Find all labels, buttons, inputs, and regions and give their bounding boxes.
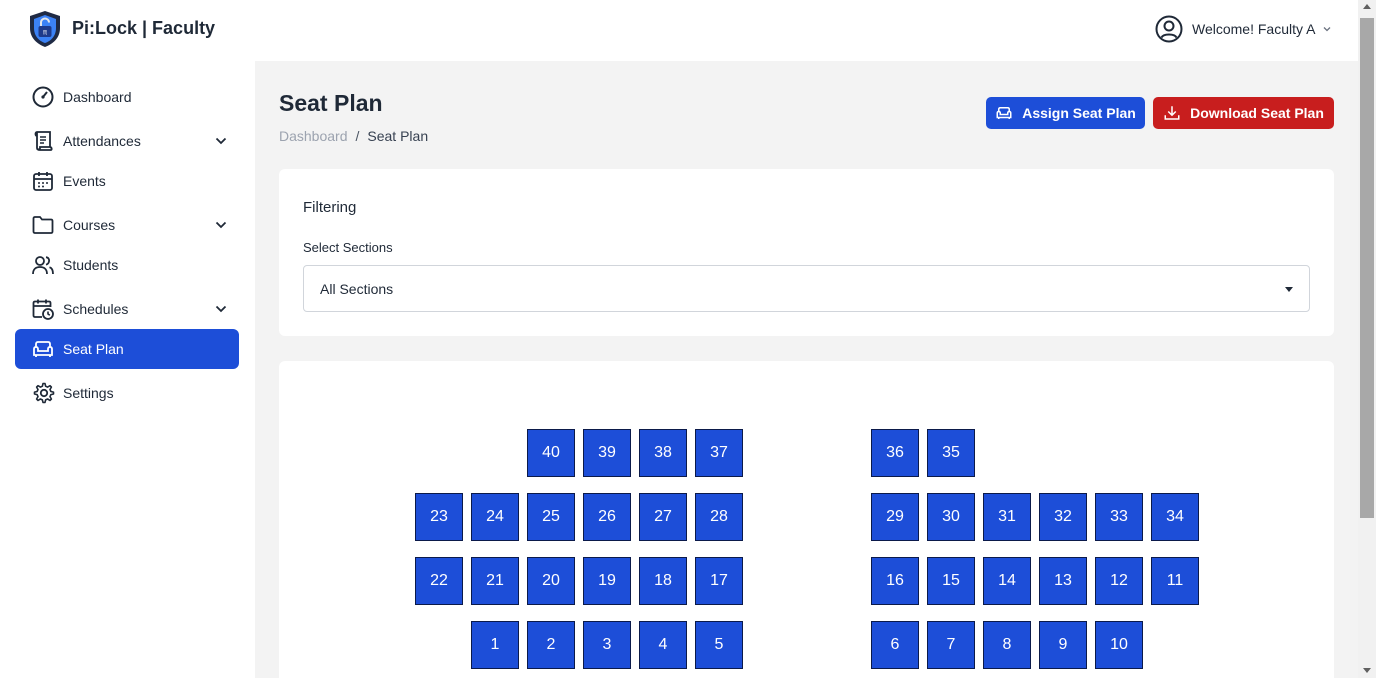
breadcrumb-dashboard-link[interactable]: Dashboard [279,128,348,144]
sidebar-item-label: Schedules [63,301,129,317]
seat-2[interactable]: 2 [527,621,575,669]
filter-title: Filtering [303,199,357,216]
sidebar-item-students[interactable]: Students [15,245,239,285]
sidebar-item-schedules[interactable]: Schedules [15,289,239,329]
scroll-down-arrow-icon[interactable] [1363,668,1371,673]
filter-card: Filtering Select Sections All Sections [279,169,1334,336]
sidebar: Dashboard Attendances Events Courses Stu… [0,61,255,678]
seat-29[interactable]: 29 [871,493,919,541]
seat-plan-card: 40 39 38 37 23 24 25 26 27 28 22 21 20 19 18 17 1 2 3 4 5 36 3… [279,361,1334,678]
seat-26[interactable]: 26 [583,493,631,541]
sofa-icon [996,107,1012,119]
breadcrumb: Dashboard / Seat Plan [279,128,428,144]
seat-15[interactable]: 15 [927,557,975,605]
sofa-icon [31,337,55,361]
calendar-icon [31,169,55,193]
page-title: Seat Plan [279,90,383,116]
seat-33[interactable]: 33 [1095,493,1143,541]
download-seat-plan-button[interactable]: Download Seat Plan [1153,97,1334,129]
welcome-text: Welcome! Faculty A [1192,21,1316,37]
seat-11[interactable]: 11 [1151,557,1199,605]
sidebar-item-dashboard[interactable]: Dashboard [15,77,239,117]
seat-22[interactable]: 22 [415,557,463,605]
main-content: Seat Plan Dashboard / Seat Plan Assign S… [255,61,1358,678]
shield-lock-icon[interactable]: π [26,9,64,49]
seat-31[interactable]: 31 [983,493,1031,541]
seat-20[interactable]: 20 [527,557,575,605]
seat-10[interactable]: 10 [1095,621,1143,669]
sidebar-item-settings[interactable]: Settings [15,373,239,413]
sidebar-item-label: Attendances [63,133,141,149]
sidebar-item-label: Events [63,173,106,189]
seat-21[interactable]: 21 [471,557,519,605]
section-select-value: All Sections [320,280,394,297]
seat-13[interactable]: 13 [1039,557,1087,605]
seat-38[interactable]: 38 [639,429,687,477]
download-seat-plan-label: Download Seat Plan [1190,105,1324,121]
sidebar-item-label: Seat Plan [63,341,124,357]
sidebar-item-label: Settings [63,385,114,401]
seat-1[interactable]: 1 [471,621,519,669]
seat-27[interactable]: 27 [639,493,687,541]
assign-seat-plan-label: Assign Seat Plan [1022,105,1136,121]
seat-6[interactable]: 6 [871,621,919,669]
seat-18[interactable]: 18 [639,557,687,605]
scrollbar-thumb[interactable] [1360,18,1374,518]
seat-19[interactable]: 19 [583,557,631,605]
section-select[interactable]: All Sections [303,265,1310,312]
sidebar-item-courses[interactable]: Courses [15,205,239,245]
vertical-scrollbar[interactable] [1358,0,1376,678]
sidebar-item-attendances[interactable]: Attendances [15,121,239,161]
seat-24[interactable]: 24 [471,493,519,541]
seat-5[interactable]: 5 [695,621,743,669]
scroll-icon [31,129,55,153]
folder-icon [31,213,55,237]
calendar-clock-icon [31,297,55,321]
section-select-label: Select Sections [303,240,393,255]
seat-8[interactable]: 8 [983,621,1031,669]
seat-40[interactable]: 40 [527,429,575,477]
download-icon [1164,106,1180,120]
sidebar-item-events[interactable]: Events [15,161,239,201]
brand-title: Pi:Lock | Faculty [72,18,216,38]
seat-7[interactable]: 7 [927,621,975,669]
seat-37[interactable]: 37 [695,429,743,477]
seat-14[interactable]: 14 [983,557,1031,605]
sidebar-item-seat-plan[interactable]: Seat Plan [15,329,239,369]
sidebar-item-label: Courses [63,217,116,233]
gear-icon [31,381,55,405]
breadcrumb-separator: / [355,128,360,144]
dashboard-gauge-icon [31,85,55,109]
user-circle-icon [1155,15,1183,43]
seat-4[interactable]: 4 [639,621,687,669]
seat-16[interactable]: 16 [871,557,919,605]
user-menu[interactable]: Welcome! Faculty A [1155,15,1332,43]
seat-25[interactable]: 25 [527,493,575,541]
seat-12[interactable]: 12 [1095,557,1143,605]
sidebar-item-label: Dashboard [63,89,132,105]
assign-seat-plan-button[interactable]: Assign Seat Plan [986,97,1145,129]
chevron-down-icon [1323,27,1331,32]
breadcrumb-current: Seat Plan [367,128,429,144]
seat-9[interactable]: 9 [1039,621,1087,669]
seat-30[interactable]: 30 [927,493,975,541]
sidebar-item-label: Students [63,257,119,273]
seat-17[interactable]: 17 [695,557,743,605]
seat-35[interactable]: 35 [927,429,975,477]
chevron-down-icon [215,305,227,313]
top-header: π Pi:Lock | Faculty Welcome! Faculty A [0,0,1358,61]
seat-28[interactable]: 28 [695,493,743,541]
caret-down-icon [1285,287,1293,292]
chevron-down-icon [215,137,227,145]
scroll-up-arrow-icon[interactable] [1363,4,1371,9]
seat-39[interactable]: 39 [583,429,631,477]
seat-36[interactable]: 36 [871,429,919,477]
chevron-down-icon [215,221,227,229]
seat-32[interactable]: 32 [1039,493,1087,541]
users-icon [31,253,55,277]
seat-34[interactable]: 34 [1151,493,1199,541]
seat-3[interactable]: 3 [583,621,631,669]
seat-23[interactable]: 23 [415,493,463,541]
